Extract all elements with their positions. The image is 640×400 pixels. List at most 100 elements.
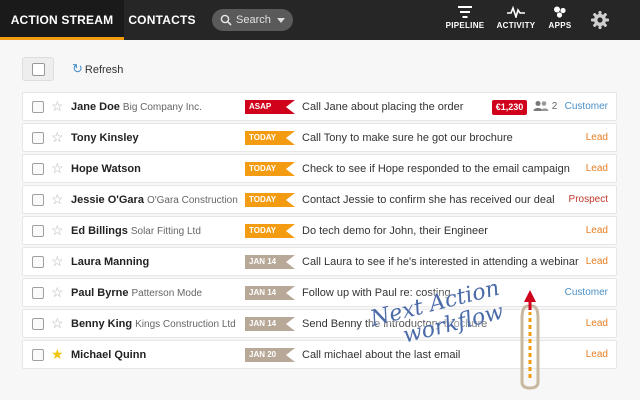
activity-icon	[507, 6, 525, 18]
star-icon[interactable]: ☆	[51, 315, 64, 331]
star-icon[interactable]: ☆	[51, 222, 64, 238]
pipeline-icon	[458, 6, 472, 18]
task-text[interactable]: Do tech demo for John, their Engineer	[302, 217, 488, 245]
row-checkbox[interactable]	[32, 132, 44, 144]
people-icon	[533, 101, 549, 111]
contact-person[interactable]: Benny King	[71, 318, 132, 330]
search-dropdown[interactable]: Search	[212, 9, 293, 31]
participants-number: 2	[551, 101, 558, 112]
due-tag: TODAY	[245, 224, 295, 238]
contact-company: Big Company Inc.	[122, 102, 202, 113]
contact-company: Solar Fitting Ltd	[130, 226, 201, 237]
status-badge: Customer	[564, 287, 608, 298]
contact-name[interactable]: Jessie O'Gara O'Gara Construction	[71, 186, 238, 215]
action-row[interactable]: ☆ Jane Doe Big Company Inc. ASAP Call Jan…	[22, 92, 617, 121]
row-checkbox[interactable]	[32, 225, 44, 237]
due-tag: TODAY	[245, 162, 295, 176]
star-icon[interactable]: ☆	[51, 191, 64, 207]
star-icon[interactable]: ☆	[51, 129, 64, 145]
contact-name[interactable]: Michael Quinn	[71, 341, 149, 370]
contact-name[interactable]: Paul Byrne Patterson Mode	[71, 279, 202, 308]
star-icon[interactable]: ☆	[51, 98, 64, 114]
contact-name[interactable]: Ed Billings Solar Fitting Ltd	[71, 217, 201, 246]
contact-name[interactable]: Jane Doe Big Company Inc.	[71, 93, 202, 122]
row-checkbox[interactable]	[32, 194, 44, 206]
contact-name[interactable]: Tony Kinsley	[71, 124, 142, 153]
task-text[interactable]: Call Tony to make sure he got our brochu…	[302, 124, 513, 152]
due-tag: JAN 14	[245, 255, 295, 269]
contact-name[interactable]: Laura Manning	[71, 248, 152, 277]
contact-person[interactable]: Jessie O'Gara	[71, 194, 144, 206]
action-row[interactable]: ★ Michael Quinn JAN 20 Call michael abou…	[22, 340, 617, 369]
search-icon	[220, 14, 232, 26]
status-badge: Prospect	[568, 194, 608, 205]
action-row[interactable]: ☆ Hope Watson TODAY Check to see if Hope…	[22, 154, 617, 183]
action-row[interactable]: ☆ Paul Byrne Patterson Mode JAN 14 Follow…	[22, 278, 617, 307]
row-checkbox[interactable]	[32, 256, 44, 268]
contact-person[interactable]: Jane Doe	[71, 101, 120, 113]
status-badge: Lead	[585, 318, 608, 329]
refresh-icon: ↻	[72, 61, 83, 76]
due-tag: JAN 14	[245, 286, 295, 300]
pipeline-label: PIPELINE	[445, 21, 485, 30]
refresh-label: Refresh	[84, 64, 124, 76]
task-text[interactable]: Contact Jessie to confirm she has receiv…	[302, 186, 555, 214]
action-row[interactable]: ☆ Ed Billings Solar Fitting Ltd TODAY Do …	[22, 216, 617, 245]
deal-amount-badge: €1,230	[492, 100, 527, 115]
action-row[interactable]: ☆ Benny King Kings Construction Ltd JAN 1…	[22, 309, 617, 338]
due-tag: TODAY	[245, 193, 295, 207]
apps-button[interactable]: APPS	[545, 6, 575, 36]
row-checkbox[interactable]	[32, 101, 44, 113]
status-badge: Lead	[585, 256, 608, 267]
contact-person[interactable]: Ed Billings	[71, 225, 128, 237]
settings-button[interactable]	[590, 10, 610, 30]
star-icon[interactable]: ☆	[51, 160, 64, 176]
status-badge: Customer	[564, 101, 608, 112]
tab-action-stream[interactable]: ACTION STREAM	[0, 0, 124, 40]
contact-company: Kings Construction Ltd	[135, 319, 236, 330]
select-all-checkbox[interactable]	[22, 57, 54, 81]
status-badge: Lead	[585, 225, 608, 236]
task-text[interactable]: Call Laura to see if he's interested in …	[302, 248, 579, 276]
task-text[interactable]: Check to see if Hope responded to the em…	[302, 155, 570, 183]
participants-count: 2	[533, 99, 557, 115]
contact-person[interactable]: Hope Watson	[71, 163, 141, 175]
star-icon[interactable]: ☆	[51, 284, 64, 300]
status-badge: Lead	[585, 132, 608, 143]
tab-contacts[interactable]: CONTACTS	[124, 0, 200, 40]
contact-person[interactable]: Michael Quinn	[71, 349, 146, 361]
action-row[interactable]: ☆ Tony Kinsley TODAY Call Tony to make s…	[22, 123, 617, 152]
row-checkbox[interactable]	[32, 163, 44, 175]
activity-button[interactable]: ACTIVITY	[494, 6, 538, 36]
apps-icon	[554, 6, 566, 18]
status-badge: Lead	[585, 163, 608, 174]
row-checkbox[interactable]	[32, 318, 44, 330]
pipeline-button[interactable]: PIPELINE	[444, 6, 486, 36]
top-navigation-bar: ACTION STREAM CONTACTS Search PIPELINE A…	[0, 0, 640, 40]
contact-company: Patterson Mode	[131, 288, 203, 299]
task-text[interactable]: Call michael about the last email	[302, 341, 460, 369]
contact-person[interactable]: Laura Manning	[71, 256, 149, 268]
contact-person[interactable]: Tony Kinsley	[71, 132, 139, 144]
task-text[interactable]: Follow up with Paul re: costing	[302, 279, 451, 307]
apps-label: APPS	[548, 21, 572, 30]
contact-name[interactable]: Benny King Kings Construction Ltd	[71, 310, 236, 339]
action-row[interactable]: ☆ Laura Manning JAN 14 Call Laura to see…	[22, 247, 617, 276]
chevron-down-icon	[277, 18, 285, 23]
task-text[interactable]: Call Jane about placing the order	[302, 93, 463, 121]
row-checkbox[interactable]	[32, 349, 44, 361]
activity-label: ACTIVITY	[496, 21, 536, 30]
contact-person[interactable]: Paul Byrne	[71, 287, 128, 299]
contact-company: O'Gara Construction	[146, 195, 238, 206]
due-tag: ASAP	[245, 100, 295, 114]
star-icon[interactable]: ★	[51, 346, 64, 362]
refresh-button[interactable]: ↻ Refresh	[72, 61, 123, 77]
star-icon[interactable]: ☆	[51, 253, 64, 269]
action-row[interactable]: ☆ Jessie O'Gara O'Gara Construction TODAY…	[22, 185, 617, 214]
contact-name[interactable]: Hope Watson	[71, 155, 144, 184]
due-tag: JAN 20	[245, 348, 295, 362]
status-badge: Lead	[585, 349, 608, 360]
due-tag: JAN 14	[245, 317, 295, 331]
task-text[interactable]: Send Benny the introductory brochure	[302, 310, 487, 338]
row-checkbox[interactable]	[32, 287, 44, 299]
